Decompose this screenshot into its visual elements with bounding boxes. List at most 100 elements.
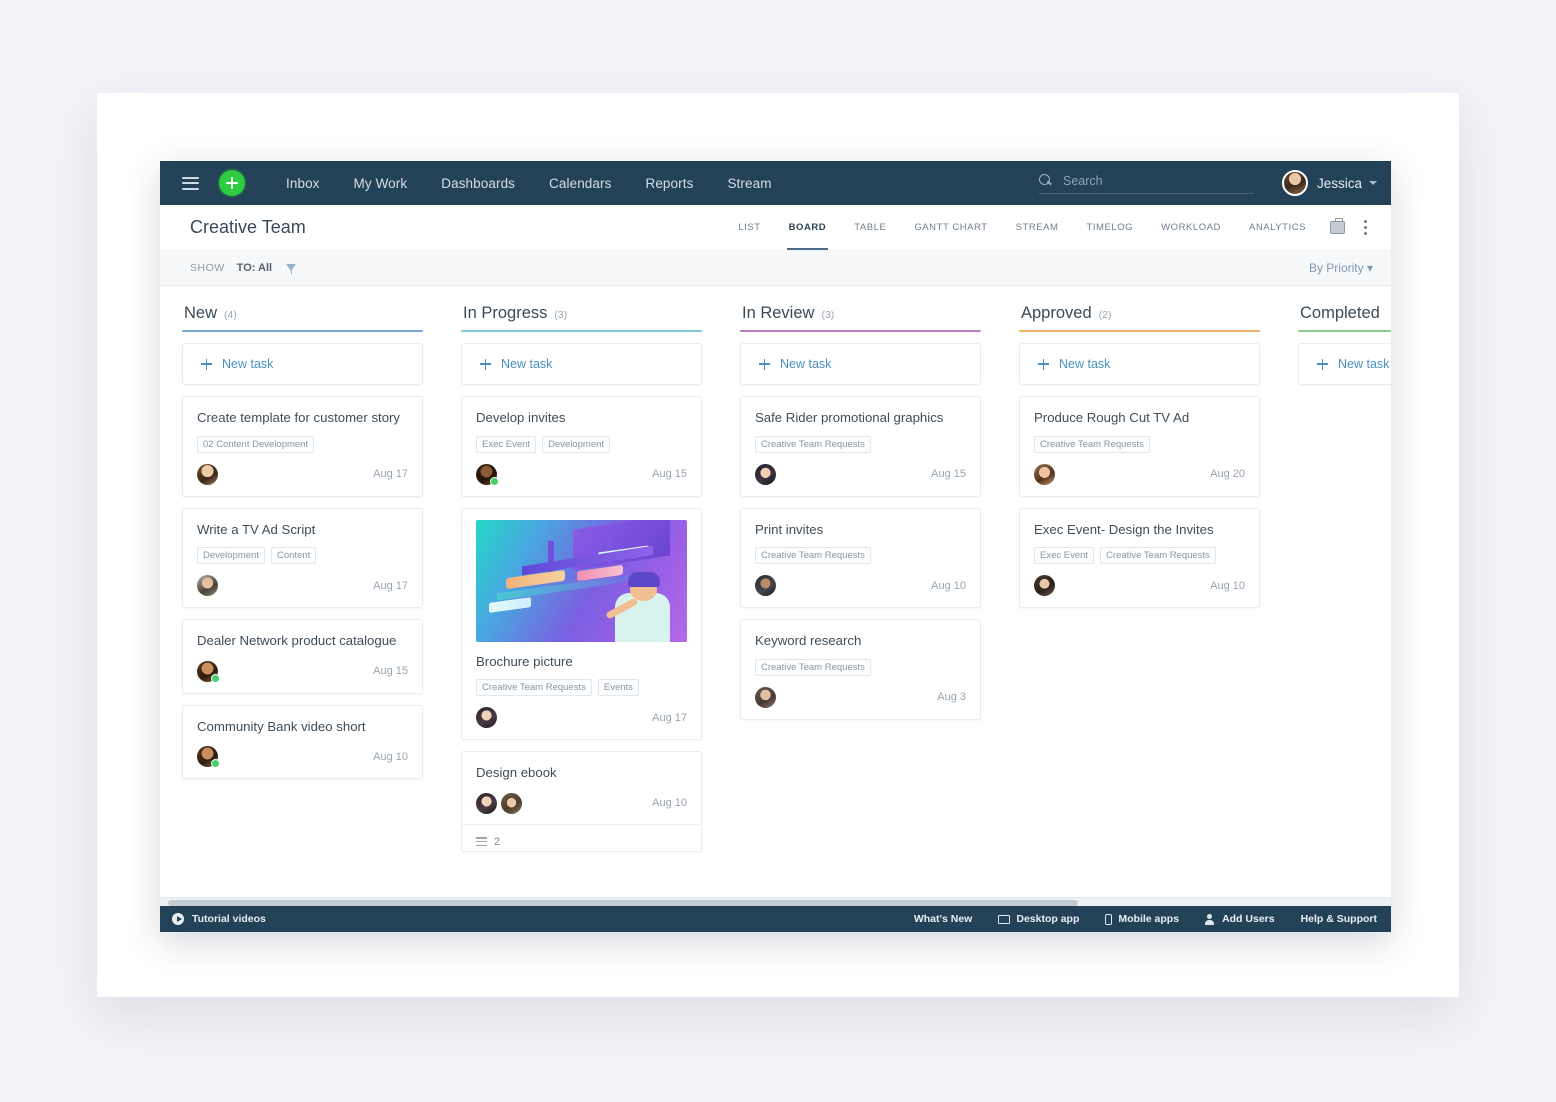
new-task-label: New task (1338, 357, 1389, 371)
tag[interactable]: 02 Content Development (197, 436, 314, 453)
nav-item-calendars[interactable]: Calendars (532, 176, 628, 191)
funnel-icon[interactable] (286, 263, 297, 274)
tag[interactable]: Creative Team Requests (476, 679, 592, 696)
tag[interactable]: Creative Team Requests (1100, 547, 1216, 564)
footer-item-help-support[interactable]: Help & Support (1301, 913, 1377, 925)
avatar[interactable] (755, 464, 776, 485)
avatar[interactable] (197, 661, 218, 682)
filter-bar: SHOW TO: All By Priority ▾ (160, 251, 1391, 286)
filter-to-value[interactable]: TO: All (237, 262, 272, 274)
nav-item-stream[interactable]: Stream (710, 176, 788, 191)
avatar[interactable] (476, 464, 497, 485)
tab-workload[interactable]: WORKLOAD (1147, 205, 1235, 250)
avatar[interactable] (197, 575, 218, 596)
board-column-approved: Approved (2) New task Produce Rough Cut … (1019, 304, 1260, 906)
new-task-button[interactable]: New task (461, 343, 702, 385)
tag[interactable]: Creative Team Requests (755, 659, 871, 676)
sort-by-dropdown[interactable]: By Priority ▾ (1309, 261, 1373, 275)
tag[interactable]: Events (598, 679, 639, 696)
task-card[interactable]: Write a TV Ad Script Development Content… (182, 508, 423, 609)
task-tags: Development Content (197, 547, 408, 564)
nav-item-reports[interactable]: Reports (628, 176, 710, 191)
search-box[interactable] (1039, 173, 1254, 194)
task-card[interactable]: Community Bank video short Aug 10 (182, 705, 423, 780)
kebab-menu-icon[interactable] (1357, 219, 1373, 237)
new-task-button[interactable]: New task (740, 343, 981, 385)
search-input[interactable] (1061, 173, 1254, 189)
horizontal-scrollbar[interactable] (160, 897, 1391, 906)
new-task-button[interactable]: New task (1019, 343, 1260, 385)
avatar[interactable] (476, 707, 497, 728)
task-footer: Aug 17 (197, 464, 408, 485)
avatar[interactable] (197, 746, 218, 767)
avatar[interactable] (755, 687, 776, 708)
create-new-plus-icon[interactable] (219, 170, 245, 196)
tab-gantt-chart[interactable]: GANTT CHART (900, 205, 1001, 250)
task-footer: Aug 15 (476, 464, 687, 485)
nav-item-my-work[interactable]: My Work (337, 176, 425, 191)
avatar[interactable] (197, 464, 218, 485)
due-date: Aug 17 (373, 468, 408, 480)
new-task-label: New task (780, 357, 831, 371)
tag[interactable]: Exec Event (1034, 547, 1094, 564)
board-scroll-area[interactable]: New (4) New task Create template for cus… (160, 286, 1391, 906)
subtask-summary[interactable]: 2 (462, 824, 701, 851)
task-card[interactable]: Dealer Network product catalogue Aug 15 (182, 619, 423, 694)
avatar[interactable] (1034, 575, 1055, 596)
tab-stream[interactable]: STREAM (1002, 205, 1073, 250)
task-tags: Creative Team Requests (755, 547, 966, 564)
tag[interactable]: Creative Team Requests (755, 547, 871, 564)
footer-item-add-users[interactable]: Add Users (1205, 913, 1275, 925)
tutorial-videos-button[interactable]: Tutorial videos (172, 913, 266, 925)
scrollbar-thumb[interactable] (168, 900, 1078, 906)
task-card[interactable]: Produce Rough Cut TV Ad Creative Team Re… (1019, 396, 1260, 497)
board-column-new: New (4) New task Create template for cus… (182, 304, 423, 906)
assignee-avatars (197, 575, 222, 596)
task-card[interactable]: Safe Rider promotional graphics Creative… (740, 396, 981, 497)
task-title: Safe Rider promotional graphics (755, 410, 966, 427)
plus-icon (480, 359, 491, 370)
tag[interactable]: Exec Event (476, 436, 536, 453)
nav-item-inbox[interactable]: Inbox (269, 176, 337, 191)
footer-item-whats-new[interactable]: What's New (914, 913, 973, 925)
new-task-button[interactable]: New task (1298, 343, 1391, 385)
avatar[interactable] (1034, 464, 1055, 485)
nav-item-dashboards[interactable]: Dashboards (424, 176, 532, 191)
due-date: Aug 10 (1210, 580, 1245, 592)
hamburger-menu-icon[interactable] (182, 177, 199, 190)
avatar[interactable] (501, 793, 522, 814)
task-card[interactable]: Keyword research Creative Team Requests … (740, 619, 981, 720)
tab-list[interactable]: LIST (724, 205, 774, 250)
task-card[interactable]: Exec Event- Design the Invites Exec Even… (1019, 508, 1260, 609)
tag[interactable]: Development (197, 547, 265, 564)
mobile-icon (1105, 914, 1112, 925)
briefcase-icon[interactable] (1330, 221, 1345, 234)
tag[interactable]: Creative Team Requests (1034, 436, 1150, 453)
avatar[interactable] (476, 793, 497, 814)
column-count: (3) (554, 309, 567, 321)
view-tabs: LIST BOARD TABLE GANTT CHART STREAM TIME… (724, 205, 1320, 250)
filter-show-label: SHOW (190, 262, 225, 274)
footer-item-desktop-app[interactable]: Desktop app (998, 913, 1079, 925)
task-title: Exec Event- Design the Invites (1034, 522, 1245, 539)
tag[interactable]: Creative Team Requests (755, 436, 871, 453)
task-card[interactable]: Print invites Creative Team Requests Aug… (740, 508, 981, 609)
tab-board[interactable]: BOARD (775, 205, 841, 250)
user-menu[interactable]: Jessica (1282, 170, 1377, 196)
footer-item-mobile-apps[interactable]: Mobile apps (1105, 913, 1179, 925)
task-footer: Aug 15 (755, 464, 966, 485)
task-title: Create template for customer story (197, 410, 408, 427)
task-card[interactable]: Create template for customer story 02 Co… (182, 396, 423, 497)
tab-table[interactable]: TABLE (840, 205, 900, 250)
tag[interactable]: Content (271, 547, 316, 564)
tag[interactable]: Development (542, 436, 610, 453)
tab-timelog[interactable]: TIMELOG (1073, 205, 1148, 250)
tab-analytics[interactable]: ANALYTICS (1235, 205, 1320, 250)
task-card[interactable]: Develop invites Exec Event Development (461, 396, 702, 497)
new-task-button[interactable]: New task (182, 343, 423, 385)
illustration-shape (628, 572, 660, 587)
task-tags: Exec Event Creative Team Requests (1034, 547, 1245, 564)
task-card[interactable]: Brochure picture Creative Team Requests … (461, 508, 702, 741)
avatar[interactable] (755, 575, 776, 596)
task-card[interactable]: Design ebook Aug 10 (461, 751, 702, 852)
